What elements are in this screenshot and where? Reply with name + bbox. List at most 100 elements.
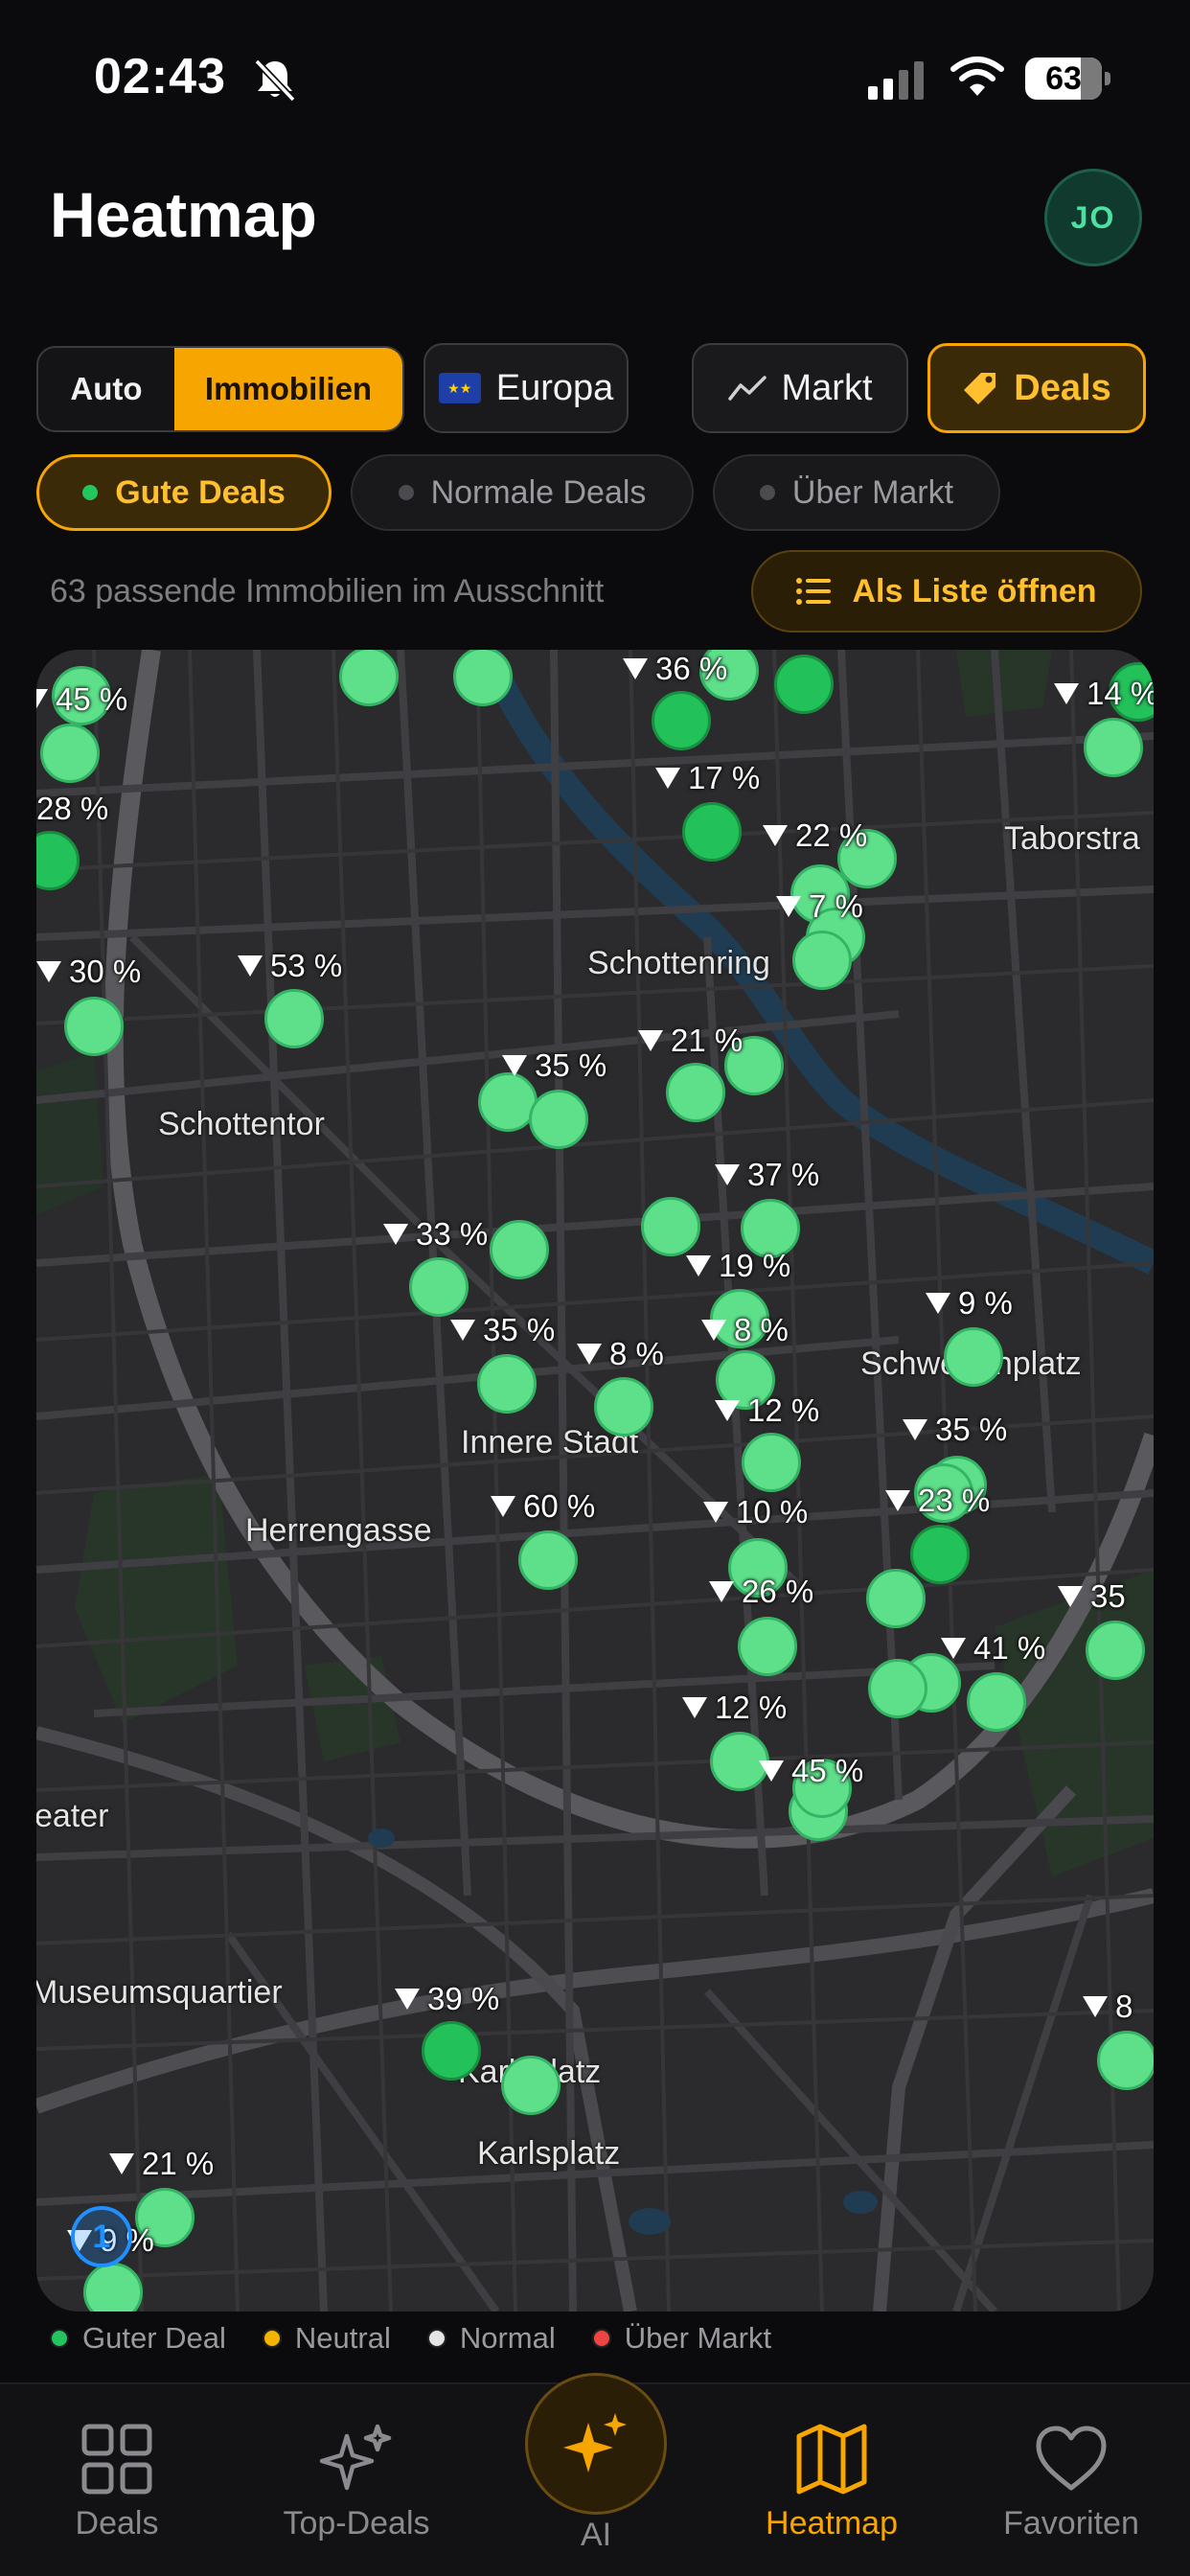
- deal-label: 36 %: [623, 651, 727, 687]
- tab-bar: Deals Top-Deals AI Heatmap Favoriten: [0, 2373, 1190, 2576]
- deal-label: 7 %: [776, 888, 863, 925]
- battery-level: 63: [1045, 60, 1082, 97]
- open-list-button[interactable]: Als Liste öffnen: [751, 550, 1142, 632]
- deal-marker[interactable]: [1084, 718, 1143, 777]
- deal-marker[interactable]: [518, 1530, 578, 1590]
- deal-label: 21 %: [109, 2146, 214, 2182]
- deal-marker[interactable]: [738, 1617, 797, 1676]
- tab-favoriten[interactable]: Favoriten: [975, 2423, 1167, 2542]
- deal-marker[interactable]: [453, 650, 513, 706]
- location-cluster-badge[interactable]: 1: [71, 2206, 132, 2267]
- market-filter-button[interactable]: Markt: [692, 343, 908, 433]
- tab-deals[interactable]: Deals: [21, 2423, 213, 2542]
- map-label-taborstrasse: Taborstra: [1004, 820, 1140, 857]
- chip-ueber-markt-label: Über Markt: [791, 473, 954, 511]
- deal-marker[interactable]: [868, 1659, 927, 1718]
- deal-label: 35 %: [450, 1312, 555, 1348]
- status-bar: 02:43 63: [0, 0, 1190, 144]
- deal-label: 12 %: [715, 1392, 819, 1429]
- legend-label: Guter Deal: [82, 2321, 226, 2355]
- deal-label: 35 %: [502, 1047, 606, 1084]
- legend-item-neutral: Neutral: [262, 2321, 391, 2356]
- deal-marker[interactable]: [40, 724, 100, 783]
- region-filter-button[interactable]: ★★ Europa: [423, 343, 629, 433]
- avatar[interactable]: JO: [1044, 169, 1142, 266]
- map-label-schottenring: Schottenring: [587, 945, 770, 981]
- legend-label: Neutral: [294, 2321, 391, 2355]
- region-filter-label: Europa: [495, 367, 614, 408]
- chip-gute-deals[interactable]: Gute Deals: [36, 454, 332, 531]
- chip-normale-deals-label: Normale Deals: [430, 473, 647, 511]
- deal-label: 41 %: [941, 1630, 1045, 1667]
- deal-label: 14 %: [1054, 676, 1154, 712]
- deal-marker[interactable]: [490, 1220, 549, 1279]
- deal-label: 21 %: [638, 1023, 743, 1059]
- map-label-museumsquartier: Museumsquartier: [36, 1974, 283, 2011]
- deal-label: 60 %: [491, 1488, 595, 1525]
- deal-marker[interactable]: [501, 2056, 561, 2115]
- deal-marker[interactable]: [967, 1672, 1026, 1732]
- map-icon: [796, 2424, 867, 2495]
- tab-ai[interactable]: AI: [500, 2373, 692, 2554]
- deal-marker[interactable]: [910, 1525, 970, 1584]
- status-time: 02:43: [94, 49, 226, 104]
- tab-heatmap-label: Heatmap: [766, 2505, 898, 2542]
- wifi-icon: [950, 57, 1004, 96]
- deal-marker[interactable]: [682, 802, 742, 862]
- segment-immobilien[interactable]: Immobilien: [174, 348, 402, 430]
- map-legend: Guter Deal Neutral Normal Über Markt: [50, 2317, 808, 2359]
- deal-marker[interactable]: [422, 2021, 481, 2081]
- trend-chart-icon: [727, 376, 767, 401]
- deal-marker[interactable]: [594, 1377, 653, 1437]
- chip-gute-deals-label: Gute Deals: [115, 473, 286, 511]
- segment-auto[interactable]: Auto: [38, 348, 174, 430]
- legend-label: Über Markt: [624, 2321, 772, 2355]
- legend-dot-green: [50, 2329, 69, 2348]
- chip-normale-deals[interactable]: Normale Deals: [351, 454, 694, 531]
- deal-marker[interactable]: [652, 691, 711, 750]
- deal-marker[interactable]: [666, 1063, 725, 1122]
- deal-label: 8 %: [577, 1336, 664, 1372]
- deal-marker[interactable]: [264, 989, 324, 1048]
- map-label-karlsplatz: Karlsplatz: [477, 2135, 621, 2172]
- deal-label: 23 %: [885, 1483, 990, 1519]
- deal-marker[interactable]: [944, 1327, 1003, 1387]
- deal-marker[interactable]: [866, 1569, 926, 1628]
- deal-marker[interactable]: [742, 1433, 801, 1492]
- deal-label: 22 %: [763, 817, 867, 854]
- deal-marker[interactable]: [409, 1257, 469, 1317]
- deals-filter-button[interactable]: Deals: [927, 343, 1146, 433]
- heatmap-screen: 02:43 63 Heatmap JO Auto Immobilien ★★ E…: [0, 0, 1190, 2576]
- tag-icon: [964, 373, 996, 404]
- tab-heatmap[interactable]: Heatmap: [736, 2423, 927, 2542]
- deal-marker[interactable]: [477, 1354, 537, 1414]
- legend-item-normal: Normal: [426, 2321, 556, 2356]
- deal-label: 8: [1083, 1989, 1133, 2025]
- map-label-theater: eater: [36, 1798, 109, 1834]
- deal-marker[interactable]: [339, 650, 399, 706]
- tab-top-deals-label: Top-Deals: [283, 2505, 430, 2542]
- tab-ai-label: AI: [580, 2517, 612, 2553]
- ai-button[interactable]: [525, 2373, 667, 2515]
- deal-label: 12 %: [682, 1690, 787, 1726]
- deal-heatmap-map[interactable]: Taborstra Schottenring Schottentor Schwe…: [36, 650, 1154, 2312]
- deal-marker[interactable]: [529, 1090, 588, 1149]
- list-icon: [796, 578, 832, 605]
- deal-label: 37 %: [715, 1157, 819, 1193]
- page-title: Heatmap: [50, 179, 317, 250]
- deal-marker[interactable]: [1086, 1621, 1145, 1680]
- deal-label: 33 %: [383, 1216, 488, 1253]
- category-segmented-control: Auto Immobilien: [36, 346, 404, 432]
- deal-marker[interactable]: [792, 931, 852, 990]
- deal-marker[interactable]: [774, 655, 834, 714]
- deal-label: 17 %: [655, 760, 760, 796]
- deal-label: 9 %: [926, 1285, 1013, 1322]
- tab-top-deals[interactable]: Top-Deals: [261, 2423, 452, 2542]
- chip-ueber-markt[interactable]: Über Markt: [713, 454, 1000, 531]
- deal-label: 35 %: [903, 1412, 1007, 1448]
- market-filter-label: Markt: [781, 367, 873, 408]
- deal-marker[interactable]: [1097, 2031, 1154, 2090]
- open-list-label: Als Liste öffnen: [852, 572, 1097, 610]
- gray-dot-icon: [759, 485, 775, 500]
- deal-marker[interactable]: [64, 997, 124, 1056]
